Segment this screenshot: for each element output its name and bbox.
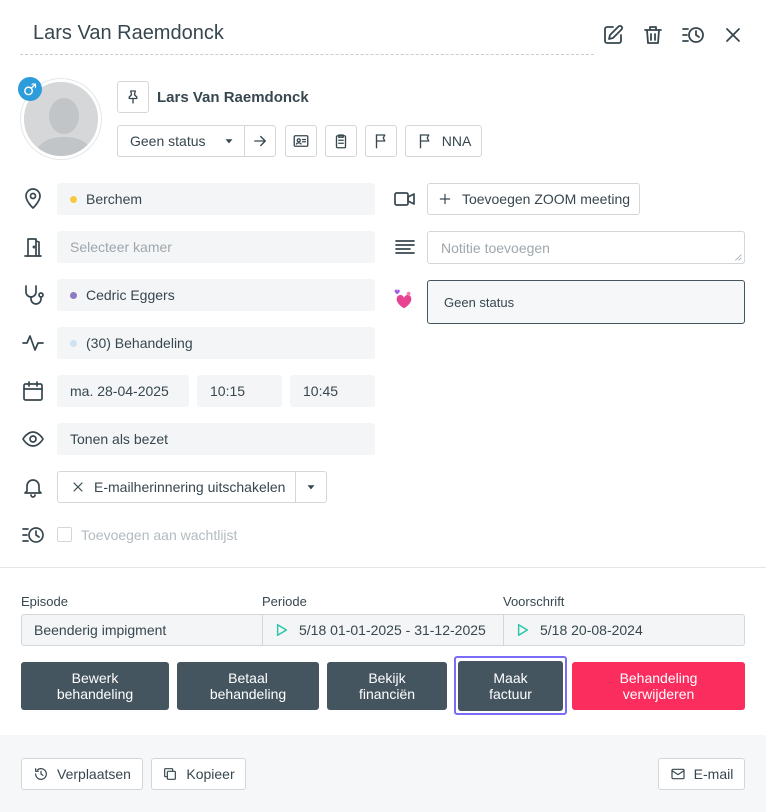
treatment-dot [70, 339, 77, 347]
email-label: E-mail [693, 766, 734, 782]
pin-icon [128, 90, 138, 104]
bell-icon [20, 474, 46, 500]
waitlist-history-icon [20, 522, 46, 548]
patient-name: Lars Van Raemdonck [157, 89, 309, 106]
play-icon [275, 620, 291, 640]
patient-status-value: Geen status [444, 294, 515, 310]
start-time-value: 10:15 [210, 383, 246, 399]
episode-select[interactable]: Beenderig impigment [34, 622, 166, 638]
episode-divider [262, 615, 263, 645]
nna-label: NNA [441, 133, 472, 149]
note-placeholder: Notitie toevoegen [441, 239, 550, 256]
mail-icon [671, 768, 685, 780]
start-time-field[interactable]: 10:15 [197, 375, 282, 407]
text-align-icon [392, 234, 418, 260]
location-value: Berchem [86, 191, 143, 207]
period-label: Periode [262, 594, 307, 609]
location-dot [70, 195, 77, 203]
resize-handle-icon[interactable] [734, 253, 742, 261]
prescription-label: Voorschrift [503, 594, 565, 609]
therapist-field[interactable]: Cedric Eggers [57, 279, 375, 311]
zoom-label: Toevoegen ZOOM meeting [461, 191, 631, 207]
period-divider [503, 615, 504, 645]
add-zoom-meeting-button[interactable]: Toevoegen ZOOM meeting [427, 183, 640, 215]
status-dropdown-label: Geen status [130, 133, 206, 149]
close-icon [73, 482, 83, 492]
pay-treatment-label: Betaal behandeling [209, 670, 287, 702]
room-select[interactable]: Selecteer kamer [57, 231, 375, 263]
move-button[interactable]: Verplaatsen [21, 758, 143, 790]
pin-button[interactable] [117, 81, 149, 113]
treatment-field[interactable]: (30) Behandeling [57, 327, 375, 359]
id-card-icon [293, 135, 309, 147]
hearts-icon [393, 289, 415, 311]
make-invoice-button[interactable]: Maak factuur [458, 661, 563, 711]
copy-button[interactable]: Kopieer [151, 758, 246, 790]
location-field[interactable]: Berchem [57, 183, 375, 215]
history-list-icon[interactable] [680, 22, 706, 48]
page-title: Lars Van Raemdonck [33, 22, 224, 44]
room-placeholder: Selecteer kamer [70, 239, 172, 255]
status-next-button[interactable] [244, 125, 276, 157]
location-pin-icon [20, 186, 46, 212]
gender-male-icon: ♂ [18, 77, 42, 101]
clipboard-icon [335, 134, 347, 149]
date-value: ma. 28-04-2025 [70, 383, 169, 399]
flag-icon [375, 134, 386, 149]
clipboard-button[interactable] [325, 125, 357, 157]
pay-treatment-button[interactable]: Betaal behandeling [177, 662, 319, 710]
prescription-select[interactable]: 5/18 20-08-2024 [540, 622, 643, 638]
delete-treatment-button[interactable]: Behandeling verwijderen [572, 662, 745, 710]
nna-flag-button[interactable]: NNA [405, 125, 482, 157]
flag-icon [419, 134, 430, 149]
edit-icon[interactable] [600, 22, 626, 48]
email-button[interactable]: E-mail [658, 758, 745, 790]
treatment-value: (30) Behandeling [86, 335, 193, 351]
caret-down-icon [225, 139, 233, 144]
eye-icon [20, 426, 46, 452]
patient-status-select[interactable]: Geen status [427, 280, 745, 324]
arrow-right-icon [254, 135, 266, 147]
flag-button[interactable] [365, 125, 397, 157]
waitlist-checkbox[interactable] [57, 527, 72, 542]
visibility-field[interactable]: Tonen als bezet [57, 423, 375, 455]
date-field[interactable]: ma. 28-04-2025 [57, 375, 189, 407]
section-divider [0, 567, 766, 568]
make-invoice-label: Maak factuur [489, 670, 532, 702]
title-divider [20, 54, 594, 55]
waitlist-label: Toevoegen aan wachtlijst [81, 527, 238, 543]
edit-treatment-button[interactable]: Bewerk behandeling [21, 662, 169, 710]
video-camera-icon [392, 186, 418, 212]
clock-rotate-icon [35, 768, 47, 780]
view-finances-button[interactable]: Bekijk financiën [327, 662, 447, 710]
end-time-value: 10:45 [303, 383, 339, 399]
caret-down-icon [307, 485, 315, 490]
activity-pulse-icon [20, 330, 46, 356]
delete-treatment-label: Behandeling verwijderen [619, 670, 698, 702]
period-select[interactable]: 5/18 01-01-2025 - 31-12-2025 [299, 622, 486, 638]
reminder-label: E-mailherinnering uitschakelen [94, 479, 286, 495]
therapist-dot [70, 291, 77, 299]
stethoscope-icon [20, 282, 46, 308]
disable-email-reminder-button[interactable]: E-mailherinnering uitschakelen [57, 471, 296, 503]
visibility-value: Tonen als bezet [70, 431, 169, 447]
copy-label: Kopieer [186, 766, 235, 782]
play-icon [516, 620, 532, 640]
note-textarea[interactable]: Notitie toevoegen [427, 231, 745, 264]
episode-label: Episode [21, 594, 68, 609]
edit-treatment-label: Bewerk behandeling [56, 670, 134, 702]
reminder-dropdown-toggle[interactable] [295, 471, 327, 503]
status-dropdown[interactable]: Geen status [117, 125, 245, 157]
close-icon[interactable] [720, 22, 746, 48]
plus-icon [439, 193, 451, 205]
move-label: Verplaatsen [57, 766, 131, 782]
therapist-value: Cedric Eggers [86, 287, 175, 303]
id-card-button[interactable] [285, 125, 317, 157]
door-icon [20, 234, 46, 260]
trash-icon[interactable] [640, 22, 666, 48]
view-finances-label: Bekijk financiën [358, 670, 416, 702]
end-time-field[interactable]: 10:45 [290, 375, 375, 407]
calendar-icon [20, 378, 46, 404]
copy-icon [164, 768, 177, 780]
